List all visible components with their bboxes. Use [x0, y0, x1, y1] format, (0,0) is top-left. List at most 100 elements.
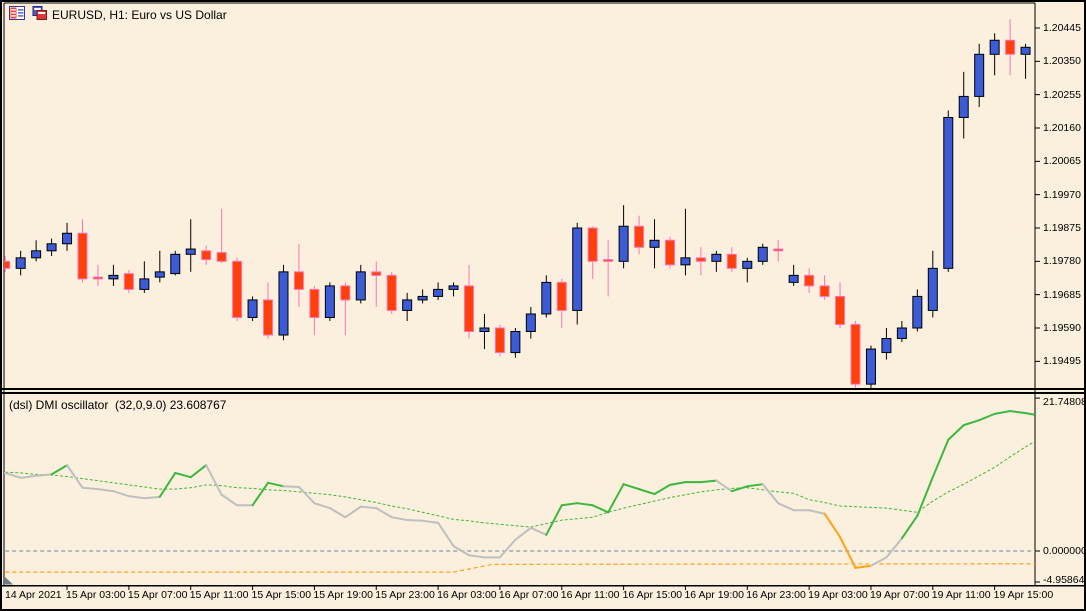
dmi-main-line-segment — [871, 557, 886, 565]
dmi-main-line-segment — [330, 508, 345, 517]
candle-bull — [140, 279, 149, 290]
candle-bull — [403, 300, 412, 311]
candle-bull — [990, 40, 999, 54]
candle-bull — [650, 240, 659, 247]
candle-bear — [264, 300, 273, 335]
candle-bull — [418, 296, 427, 300]
dmi-main-line-segment — [948, 425, 963, 440]
dmi-main-line-segment — [253, 483, 268, 506]
candle-bull — [944, 117, 953, 268]
candle-bull — [526, 314, 535, 332]
candle-bear — [124, 274, 133, 290]
candle-bull — [928, 268, 937, 310]
dmi-main-line-segment — [345, 507, 360, 518]
candle-bear — [2, 261, 10, 268]
candle-bull — [866, 349, 875, 384]
candle-bull — [619, 226, 628, 261]
tile-windows-icon — [30, 6, 47, 23]
candle-bull — [449, 286, 458, 290]
candle-bull — [155, 272, 164, 277]
dmi-main-line-segment — [763, 484, 778, 503]
dmi-main-line-segment — [191, 465, 206, 477]
candle-bear — [588, 228, 597, 261]
candle-bear — [310, 289, 319, 317]
candle-bear — [635, 226, 644, 247]
candle-bull — [1021, 47, 1030, 54]
dmi-main-line-segment — [21, 476, 36, 478]
candle-bull — [681, 258, 690, 265]
oscillator-layer[interactable] — [4, 411, 1041, 572]
candle-bear — [495, 328, 504, 353]
candle-bear — [372, 272, 381, 276]
dmi-main-line-segment — [392, 517, 407, 520]
dmi-main-line-segment — [933, 440, 948, 477]
candle-bull — [356, 272, 365, 300]
candle-bear — [774, 249, 783, 251]
candle-bull — [959, 96, 968, 117]
candle-bull — [248, 300, 257, 318]
dmi-main-line-segment — [840, 537, 855, 568]
candle-bear — [604, 260, 613, 262]
chart-window: EURUSD, H1: Euro vs US Dollar (dsl) DMI … — [0, 0, 1086, 611]
dmi-main-line-segment — [36, 474, 51, 475]
candle-bear — [217, 253, 226, 262]
candle-bear — [233, 261, 242, 317]
candle-bear — [1006, 40, 1015, 54]
dmi-main-line-segment — [1026, 413, 1034, 414]
candle-bull — [186, 249, 195, 254]
candle-bull — [171, 254, 180, 273]
candle-bull — [542, 282, 551, 314]
candle-bull — [32, 251, 41, 258]
candle-bull — [511, 332, 520, 353]
dsl-down-level-line — [5, 564, 1041, 572]
dmi-main-line-segment — [438, 523, 453, 546]
candle-bear — [851, 324, 860, 384]
candle-bear — [294, 272, 303, 290]
indicator-title: (dsl) DMI oscillator (32,0,9.0) 23.60876… — [9, 398, 226, 412]
candle-bull — [975, 54, 984, 96]
chart-title-bar: EURUSD, H1: Euro vs US Dollar — [9, 6, 227, 23]
dmi-main-line-segment — [1010, 411, 1025, 413]
dmi-main-line-segment — [144, 497, 159, 498]
candle-bull — [480, 328, 489, 332]
dmi-main-line-segment — [423, 521, 438, 523]
candle-bull — [712, 254, 721, 261]
dmi-main-line-segment — [283, 486, 298, 487]
dmi-main-line-segment — [5, 473, 20, 478]
panel-resize-grip-icon[interactable] — [5, 577, 13, 585]
dmi-main-line-segment — [129, 496, 144, 498]
candle-bull — [789, 275, 798, 282]
dmi-main-line-segment — [113, 491, 128, 496]
dmi-main-line-segment — [639, 489, 654, 494]
dmi-main-line-segment — [825, 514, 840, 537]
chart-canvas[interactable] — [2, 2, 1084, 609]
candle-bull — [279, 272, 288, 335]
candle-bear — [93, 277, 102, 279]
dmi-main-line-segment — [515, 528, 530, 540]
dmi-main-line-segment — [546, 505, 561, 535]
dmi-main-line-segment — [624, 484, 639, 489]
candle-bear — [696, 258, 705, 262]
dmi-main-line-segment — [902, 516, 917, 539]
candles-layer[interactable] — [2, 19, 1030, 391]
dmi-main-line-segment — [98, 489, 113, 491]
dmi-main-line-segment — [83, 488, 98, 489]
dmi-main-line-segment — [562, 503, 577, 505]
dmi-main-line-segment — [856, 566, 871, 568]
dmi-main-line-segment — [608, 484, 623, 512]
dmi-main-line-segment — [206, 465, 221, 495]
dmi-main-line-segment — [979, 414, 994, 420]
candle-bull — [882, 339, 891, 353]
candle-bear — [387, 275, 396, 310]
dmi-main-line-segment — [531, 528, 546, 535]
dmi-main-line-segment — [376, 508, 391, 517]
candle-bull — [573, 228, 582, 310]
dmi-main-line-segment — [222, 495, 237, 506]
dmi-main-line-segment — [593, 505, 608, 512]
candle-bear — [341, 286, 350, 300]
candle-bear — [805, 275, 814, 286]
dmi-main-line-segment — [175, 473, 190, 477]
dmi-main-line-segment — [268, 483, 283, 487]
dmi-main-line-segment — [500, 540, 515, 558]
candle-bear — [78, 233, 87, 279]
